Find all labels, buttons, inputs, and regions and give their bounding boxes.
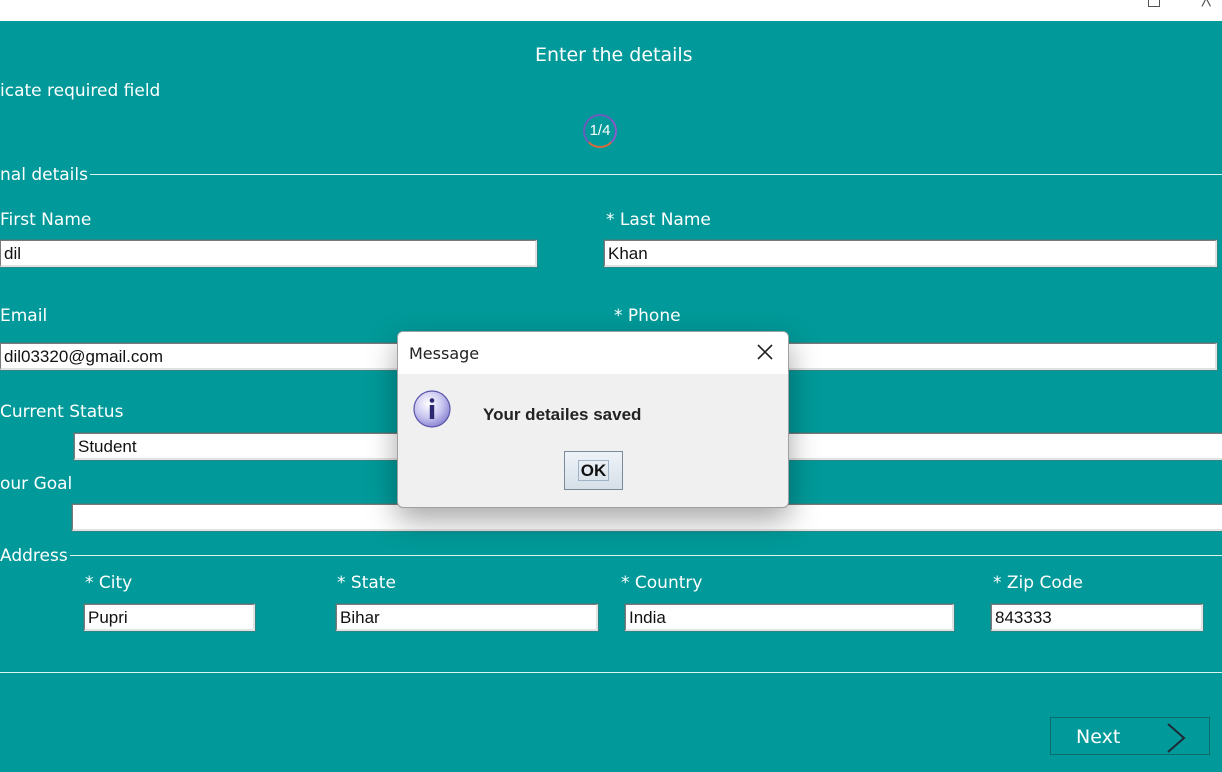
- dialog-message: Your detailes saved: [483, 405, 642, 424]
- maximize-button[interactable]: [1140, 0, 1170, 14]
- first-name-field[interactable]: dil: [0, 239, 538, 268]
- footer-divider: [0, 672, 1222, 673]
- next-button[interactable]: Next: [1050, 717, 1210, 755]
- info-icon: [413, 390, 451, 428]
- last-name-label: * Last Name: [606, 210, 711, 230]
- ok-label: OK: [578, 460, 609, 481]
- dialog-title: Message: [409, 344, 480, 363]
- email-field[interactable]: dil03320@gmail.com: [0, 342, 421, 371]
- state-label: * State: [337, 573, 396, 593]
- chevron-right-icon: [1167, 723, 1186, 753]
- status-label: Current Status: [0, 402, 124, 422]
- phone-label: * Phone: [614, 306, 681, 326]
- dialog-titlebar: Message: [398, 332, 788, 374]
- address-legend: Address: [0, 546, 70, 566]
- address-divider: [0, 555, 1222, 556]
- ok-button[interactable]: OK: [564, 451, 623, 490]
- city-field[interactable]: Pupri: [83, 603, 256, 632]
- close-icon: ╳: [1202, 0, 1210, 7]
- country-field[interactable]: India: [624, 603, 955, 632]
- city-label: * City: [85, 573, 133, 593]
- last-name-field[interactable]: Khan: [603, 239, 1218, 268]
- next-label: Next: [1076, 726, 1121, 748]
- page-title: Enter the details: [535, 44, 693, 66]
- goal-label: our Goal: [0, 474, 73, 494]
- personal-divider: [0, 174, 1222, 175]
- email-label: Email: [0, 306, 48, 326]
- window-close-button[interactable]: ╳: [1198, 0, 1222, 14]
- zip-field[interactable]: 843333: [990, 603, 1204, 632]
- state-field[interactable]: Bihar: [335, 603, 599, 632]
- first-name-label: First Name: [0, 210, 92, 230]
- close-icon[interactable]: [756, 343, 774, 361]
- phone-field[interactable]: [759, 342, 1218, 371]
- message-dialog: Message Your detailes saved OK: [397, 331, 789, 508]
- step-indicator: 1/4: [583, 114, 617, 148]
- personal-legend: nal details: [0, 165, 90, 185]
- zip-label: * Zip Code: [993, 573, 1083, 593]
- required-note: icate required field: [0, 81, 161, 101]
- country-label: * Country: [621, 573, 703, 593]
- maximize-icon: [1148, 0, 1160, 7]
- goal-field[interactable]: [71, 503, 1222, 532]
- window-titlebar: ╳: [0, 0, 1222, 21]
